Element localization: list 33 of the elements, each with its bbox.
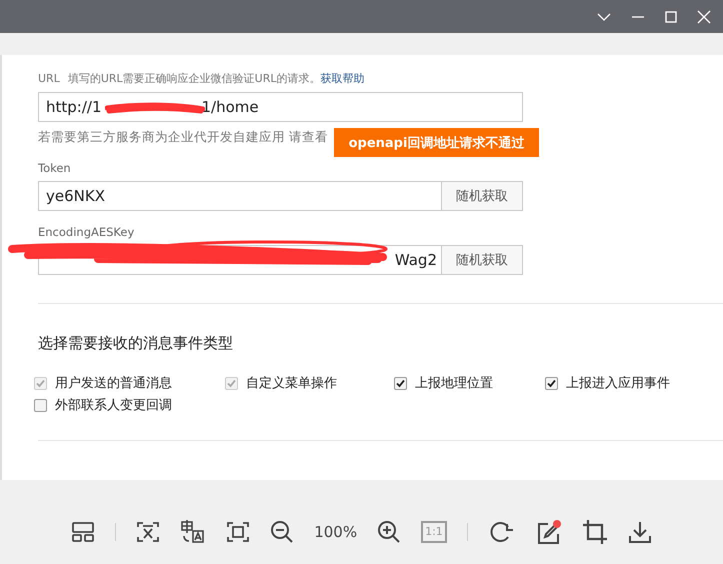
close-icon[interactable] <box>697 10 711 24</box>
token-field[interactable]: ye6NKX <box>38 181 441 211</box>
text-extract-icon[interactable] <box>136 521 160 543</box>
field-hint: 填写的URL需要正确响应企业微信验证URL的请求。 <box>68 70 320 86</box>
note-text: 若需要第三方服务商为企业代开发自建应用 请查看 <box>38 128 328 146</box>
field-label: Token <box>38 161 72 177</box>
checkbox[interactable] <box>34 398 47 412</box>
checkbox-label: 自定义菜单操作 <box>246 375 337 392</box>
rotate-icon[interactable] <box>488 520 516 544</box>
layout-icon[interactable] <box>71 521 96 543</box>
crop-icon[interactable] <box>582 519 608 545</box>
zoom-in-icon[interactable] <box>377 520 402 544</box>
zoom-level: 100% <box>314 523 358 541</box>
zoom-out-icon[interactable] <box>270 520 294 544</box>
fit-screen-icon[interactable] <box>226 521 250 543</box>
checkbox-label: 外部联系人变更回调 <box>55 397 172 414</box>
field-label: EncodingAESKey <box>38 225 136 241</box>
download-icon[interactable] <box>628 520 652 544</box>
random-button[interactable]: 随机获取 <box>441 181 523 211</box>
url-field[interactable]: http://1 1/home <box>38 92 523 122</box>
translate-icon[interactable] <box>180 520 206 544</box>
checkbox-label: 上报进入应用事件 <box>566 375 670 392</box>
checkbox-label: 用户发送的普通消息 <box>55 374 172 392</box>
edit-icon[interactable] <box>536 519 562 545</box>
checkbox[interactable] <box>394 376 407 390</box>
checkbox[interactable] <box>545 376 558 390</box>
section-title: 选择需要接收的消息事件类型 <box>38 334 234 354</box>
field-label: URL <box>38 72 60 84</box>
maximize-icon[interactable] <box>665 10 677 22</box>
random-button[interactable]: 随机获取 <box>441 245 523 275</box>
checkbox-label: 上报地理位置 <box>415 375 493 392</box>
error-toast: openapi回调地址请求不通过 <box>334 128 539 157</box>
help-link[interactable]: 获取帮助 <box>320 70 364 86</box>
